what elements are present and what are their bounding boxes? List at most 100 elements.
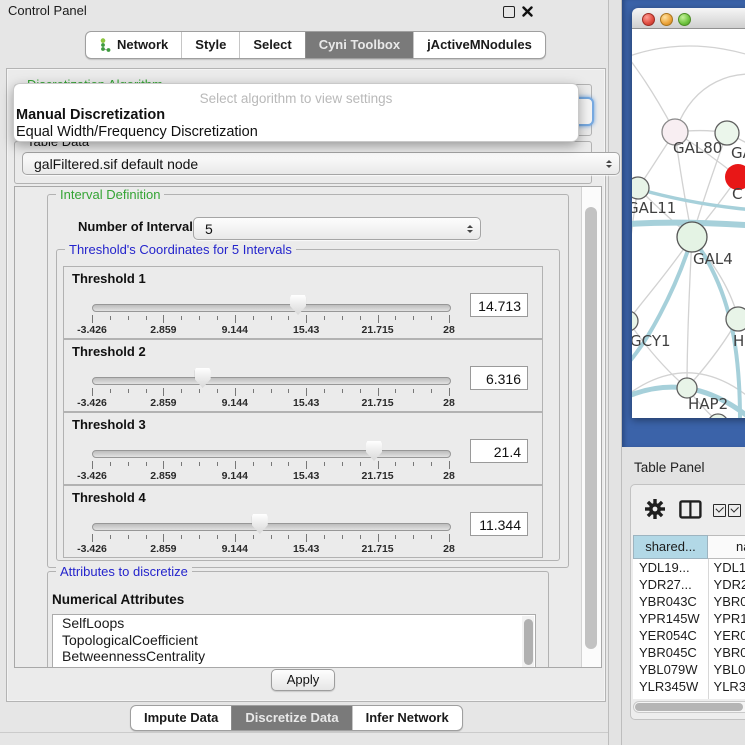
slider-thumb[interactable] bbox=[366, 441, 382, 461]
dropdown-option-manual-discretization[interactable]: Manual Discretization bbox=[16, 107, 165, 123]
cell-shared-name[interactable]: YBR043C bbox=[633, 593, 709, 610]
cell-shared-name[interactable]: YDR27... bbox=[633, 576, 709, 593]
list-item-betweennesscentrality[interactable]: BetweennessCentrality bbox=[53, 648, 535, 665]
network-canvas[interactable]: GAL80GACGAL11GAL4GCY1HHAP2 bbox=[632, 29, 745, 418]
number-of-intervals-spinner[interactable]: 5 bbox=[193, 217, 481, 240]
scrollbar-thumb[interactable] bbox=[524, 619, 533, 665]
table-data-combo[interactable]: galFiltered.sif default node bbox=[22, 152, 620, 175]
network-node-gcy1[interactable] bbox=[632, 311, 638, 331]
minimize-traffic-light-icon[interactable] bbox=[660, 13, 673, 26]
cell-name[interactable]: YLR345W bbox=[709, 678, 745, 695]
tick-mark bbox=[92, 315, 93, 323]
tab-style[interactable]: Style bbox=[181, 32, 239, 58]
gear-icon[interactable] bbox=[644, 498, 666, 525]
table-row[interactable]: YER054CYER054C bbox=[633, 627, 745, 644]
tab-discretize-data[interactable]: Discretize Data bbox=[231, 706, 351, 730]
slider-track[interactable] bbox=[92, 450, 451, 458]
slider-thumb[interactable] bbox=[252, 514, 268, 534]
checkbox-icon[interactable] bbox=[728, 504, 741, 517]
table-row[interactable]: YBR045CYBR045C bbox=[633, 644, 745, 661]
network-node-h[interactable] bbox=[726, 307, 745, 331]
network-window[interactable]: GAL80GACGAL11GAL4GCY1HHAP2 bbox=[632, 8, 745, 418]
tick-mark bbox=[110, 462, 111, 466]
threshold-panel-2: Threshold 2-3.4262.8599.14415.4321.71528… bbox=[63, 339, 543, 412]
cell-name[interactable]: YBR045C bbox=[709, 644, 745, 661]
tab-jactivemnodules[interactable]: jActiveMNodules bbox=[413, 32, 545, 58]
tick-label: 21.715 bbox=[362, 397, 394, 409]
list-item-selfloops[interactable]: SelfLoops bbox=[53, 615, 535, 632]
table-row[interactable]: YDR27...YDR27... bbox=[633, 576, 745, 593]
settings-scrollbar[interactable] bbox=[581, 187, 601, 667]
cell-name[interactable]: YER054C bbox=[709, 627, 745, 644]
table-row[interactable]: YBR043CYBR043C bbox=[633, 593, 745, 610]
table-row[interactable]: YDL19...YDL19... bbox=[633, 559, 745, 576]
apply-button[interactable]: Apply bbox=[271, 669, 335, 691]
scrollbar-thumb[interactable] bbox=[635, 703, 743, 711]
column-header-shared-name[interactable]: shared... bbox=[633, 535, 708, 559]
slider-thumb[interactable] bbox=[195, 368, 211, 388]
tick-mark bbox=[288, 462, 289, 466]
scrollbar-thumb[interactable] bbox=[585, 207, 597, 649]
checkbox-icon[interactable] bbox=[713, 504, 726, 517]
tick-mark bbox=[92, 461, 93, 469]
threshold-panel-4: Threshold 4-3.4262.8599.14415.4321.71528… bbox=[63, 485, 543, 558]
slider-track[interactable] bbox=[92, 304, 451, 312]
threshold-title: Threshold 1 bbox=[72, 271, 146, 286]
threshold-value-input[interactable]: 11.344 bbox=[470, 512, 528, 536]
table-row[interactable]: YLR345WYLR345W bbox=[633, 678, 745, 695]
tick-mark bbox=[378, 388, 379, 396]
panel-splitter[interactable] bbox=[608, 0, 622, 745]
tick-mark bbox=[306, 315, 307, 323]
cell-name[interactable]: YBL079W bbox=[709, 661, 745, 678]
table-row[interactable]: YIL052CYIL052C bbox=[633, 695, 745, 699]
threshold-value-input[interactable]: 21.4 bbox=[470, 439, 528, 463]
dropdown-option-equal-width-frequency[interactable]: Equal Width/Frequency Discretization bbox=[16, 124, 258, 140]
network-node-gal11[interactable] bbox=[632, 177, 649, 199]
close-icon[interactable] bbox=[522, 4, 533, 22]
tab-infer-network[interactable]: Infer Network bbox=[352, 706, 462, 730]
table-row[interactable]: YBL079WYBL079W bbox=[633, 661, 745, 678]
cell-shared-name[interactable]: YDL19... bbox=[633, 559, 709, 576]
tab-network[interactable]: Network bbox=[86, 32, 181, 58]
column-settings-icon[interactable] bbox=[679, 500, 702, 524]
threshold-value-input[interactable]: 14.713 bbox=[470, 293, 528, 317]
zoom-traffic-light-icon[interactable] bbox=[678, 13, 691, 26]
float-window-icon[interactable] bbox=[503, 6, 515, 18]
tick-mark bbox=[306, 461, 307, 469]
tick-label: 21.715 bbox=[362, 543, 394, 555]
slider-track[interactable] bbox=[92, 523, 451, 531]
tick-label: 9.144 bbox=[222, 470, 248, 482]
slider-track[interactable] bbox=[92, 377, 451, 385]
tab-impute-data[interactable]: Impute Data bbox=[131, 706, 231, 730]
cell-name[interactable]: YIL052C bbox=[709, 695, 745, 699]
slider-thumb[interactable] bbox=[290, 295, 306, 315]
network-node-gal4[interactable] bbox=[677, 222, 707, 252]
close-traffic-light-icon[interactable] bbox=[642, 13, 655, 26]
table-horizontal-scrollbar[interactable] bbox=[633, 701, 745, 713]
cell-name[interactable]: YPR145W bbox=[709, 610, 745, 627]
tick-mark bbox=[342, 389, 343, 393]
list-scrollbar[interactable] bbox=[522, 616, 534, 668]
cell-shared-name[interactable]: YLR345W bbox=[633, 678, 709, 695]
table-panel-title: Table Panel bbox=[634, 460, 705, 475]
table-row[interactable]: YPR145WYPR145W bbox=[633, 610, 745, 627]
cell-shared-name[interactable]: YIL052C bbox=[633, 695, 709, 699]
threshold-value-input[interactable]: 6.316 bbox=[470, 366, 528, 390]
control-panel: Control Panel NetworkStyleSelectCyni Too… bbox=[0, 0, 608, 745]
tick-mark bbox=[271, 462, 272, 466]
cell-shared-name[interactable]: YPR145W bbox=[633, 610, 709, 627]
cell-shared-name[interactable]: YER054C bbox=[633, 627, 709, 644]
list-item-topologicalcoefficient[interactable]: TopologicalCoefficient bbox=[53, 632, 535, 649]
column-header-name[interactable]: na bbox=[708, 535, 745, 559]
tab-cyni-toolbox[interactable]: Cyni Toolbox bbox=[305, 32, 413, 58]
group-title: Threshold's Coordinates for 5 Intervals bbox=[65, 242, 296, 257]
cell-name[interactable]: YBR043C bbox=[709, 593, 745, 610]
cell-name[interactable]: YDL19... bbox=[709, 559, 745, 576]
tab-select[interactable]: Select bbox=[239, 32, 304, 58]
cell-shared-name[interactable]: YBR045C bbox=[633, 644, 709, 661]
table-panel-body: shared... na YDL19...YDL19...YDR27...YDR… bbox=[630, 484, 745, 720]
cell-shared-name[interactable]: YBL079W bbox=[633, 661, 709, 678]
network-node-ga[interactable] bbox=[715, 121, 739, 145]
network-window-titlebar[interactable] bbox=[632, 8, 745, 29]
cell-name[interactable]: YDR27... bbox=[709, 576, 745, 593]
